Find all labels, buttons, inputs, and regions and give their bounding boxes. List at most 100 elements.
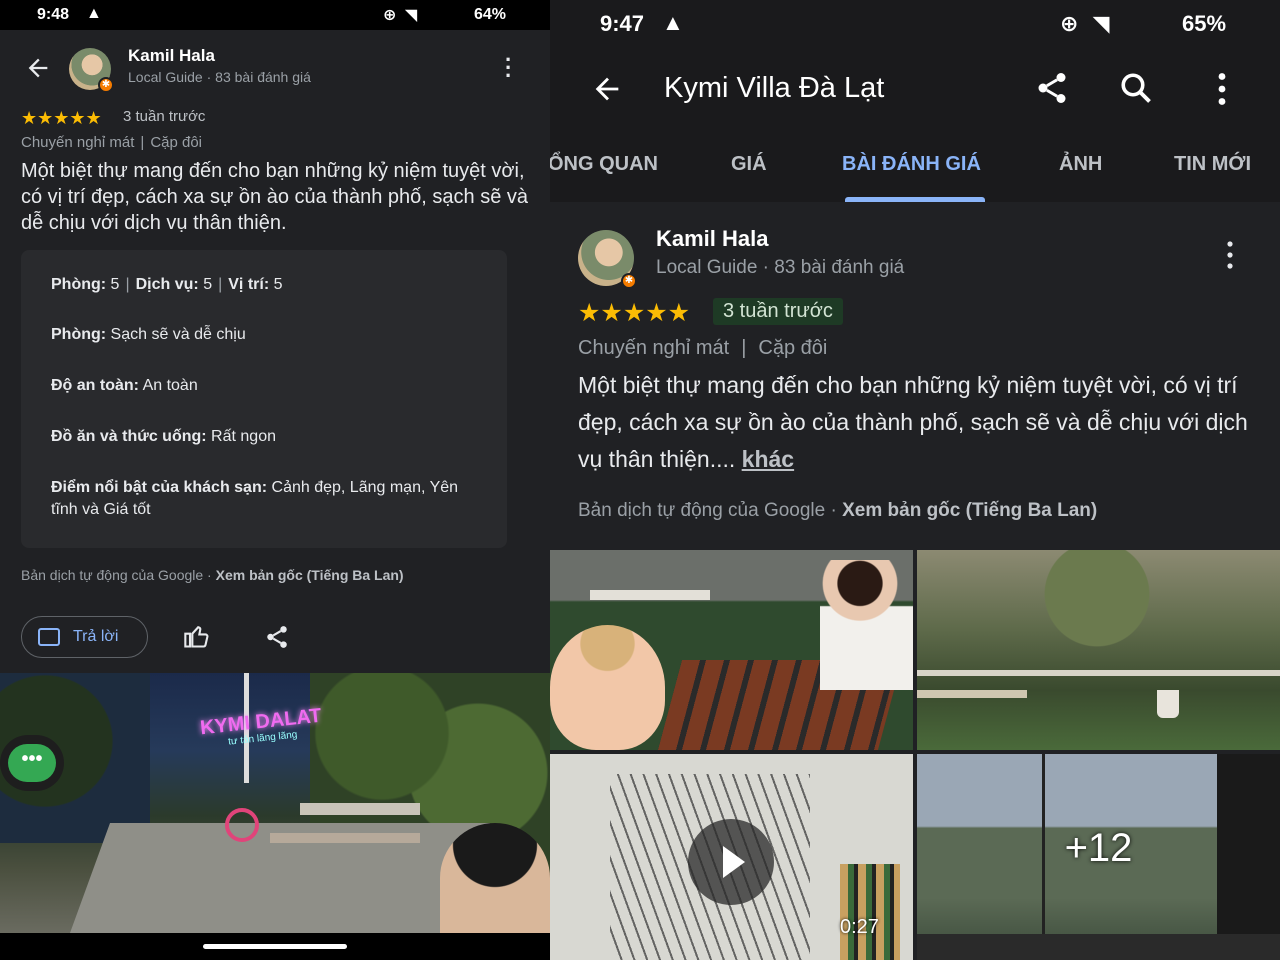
divider: | <box>125 276 130 293</box>
back-arrow-icon[interactable] <box>590 72 624 106</box>
place-title: Kymi Villa Đà Lạt <box>664 72 885 104</box>
view-original-link[interactable]: Xem bản gốc (Tiếng Ba Lan) <box>216 567 404 583</box>
active-tab-indicator <box>845 197 985 202</box>
divider: | <box>741 337 747 359</box>
read-more-link[interactable]: khác <box>742 446 794 472</box>
home-indicator[interactable] <box>203 944 347 949</box>
more-vert-icon[interactable] <box>1222 240 1238 270</box>
trip-type: Cặp đôi <box>758 337 828 359</box>
review-text-content: Một biệt thự mang đến cho bạn những kỷ n… <box>578 372 1248 472</box>
trip-purpose: Chuyến nghỉ mát <box>21 134 135 151</box>
reviewer-name[interactable]: Kamil Hala <box>128 46 215 66</box>
play-icon[interactable] <box>688 819 774 905</box>
review-photo[interactable]: KYMI DALAT tư tán lãng lãng <box>0 673 550 933</box>
wifi-icon: ◥ <box>404 7 420 24</box>
app-bar: Kymi Villa Đà Lạt <box>550 50 1280 127</box>
table <box>590 590 710 600</box>
rooms-row: Phòng: Sạch sẽ và dễ chịu <box>51 324 471 346</box>
pencils <box>840 864 900 960</box>
data-saver-icon: ⊕ <box>1060 11 1083 36</box>
trip-info: Chuyến nghỉ mát | Cặp đôi <box>578 337 827 360</box>
back-arrow-icon[interactable] <box>24 54 52 82</box>
tab-price[interactable]: GIÁ <box>731 153 767 176</box>
bench <box>270 833 420 843</box>
warning-icon: ▲ <box>662 10 684 35</box>
data-saver-icon: ⊕ <box>383 7 399 24</box>
safety-label: Độ an toàn: <box>51 377 139 394</box>
review-text: Một biệt thự mang đến cho bạn những kỷ n… <box>21 160 529 234</box>
review-date: 3 tuần trước <box>123 108 206 125</box>
window-sill <box>917 934 1280 960</box>
table <box>917 690 1027 698</box>
share-icon[interactable] <box>1034 70 1070 106</box>
more-photos-tile[interactable]: +12 <box>917 754 1280 960</box>
local-guide-badge-icon: ✱ <box>621 273 637 289</box>
tab-overview[interactable]: ỔNG QUAN <box>550 153 658 176</box>
share-icon[interactable] <box>264 624 290 650</box>
reply-button[interactable]: Trả lời <box>21 616 148 658</box>
chat-bubble-button[interactable]: ••• <box>8 744 56 782</box>
local-guide-badge-icon: ✱ <box>98 77 114 93</box>
trip-info: Chuyến nghỉ mát | Cặp đôi <box>21 134 202 151</box>
reviewer-name[interactable]: Kamil Hala <box>656 226 769 252</box>
location-label: Vị trí: <box>228 276 270 293</box>
rooms-label: Phòng: <box>51 326 107 343</box>
left-screen: 9:48 ▲ ⊕ ◥ 64% ✱ Kamil Hala Local Guide … <box>0 0 550 960</box>
table <box>300 803 420 815</box>
more-photos-count: +12 <box>1064 826 1133 870</box>
trip-type: Cặp đôi <box>150 134 203 151</box>
service-label: Dịch vụ: <box>135 276 199 293</box>
reviewer-subtitle: Local Guide · 83 bài đánh giá <box>128 69 311 85</box>
service-value: 5 <box>203 276 213 293</box>
review-text: Một biệt thự mang đến cho bạn những kỷ n… <box>578 367 1268 478</box>
video-duration: 0:27 <box>840 916 879 938</box>
view-original-link[interactable]: Xem bản gốc (Tiếng Ba Lan) <box>842 500 1097 521</box>
food-value: Rất ngon <box>211 428 276 445</box>
status-icons: ⊕ ◥ <box>383 5 419 25</box>
location-value: 5 <box>273 276 283 293</box>
star-rating: ★★★★★ <box>21 108 102 128</box>
rooms-value: Sạch sẽ và dễ chịu <box>110 326 246 343</box>
pink-chair <box>225 808 259 842</box>
review-header: ✱ Kamil Hala Local Guide · 83 bài đánh g… <box>0 30 550 110</box>
sub-ratings: Phòng: 5 | Dịch vụ: 5 | Vị trí: 5 <box>51 274 471 296</box>
status-time: 9:47 <box>600 11 645 36</box>
tab-photos[interactable]: ẢNH <box>1059 153 1102 176</box>
battery-level: 65% <box>1182 11 1227 36</box>
search-icon[interactable] <box>1118 70 1154 106</box>
person-head <box>440 823 550 933</box>
room-label: Phòng: <box>51 276 107 293</box>
battery-level: 64% <box>474 6 507 23</box>
avatar[interactable]: ✱ <box>69 48 114 93</box>
ratings-box: Phòng: 5 | Dịch vụ: 5 | Vị trí: 5 Phòng: Sạc… <box>21 250 507 548</box>
trip-purpose: Chuyến nghỉ mát <box>578 337 730 359</box>
more-vert-icon[interactable]: · · · <box>505 49 512 87</box>
review-photo-2[interactable] <box>917 550 1280 750</box>
tab-reviews[interactable]: BÀI ĐÁNH GIÁ <box>842 153 981 176</box>
safety-value: An toàn <box>142 377 198 394</box>
review-video[interactable]: 0:27 <box>550 754 913 960</box>
status-time: 9:48 <box>37 6 70 23</box>
reply-icon <box>38 628 60 646</box>
review-photo-1[interactable] <box>550 550 913 750</box>
right-screen: 9:47 ▲ ⊕ ◥ 65% Kymi Villa Đà Lạt ỔNG QUA… <box>550 0 1280 960</box>
highlights-label: Điểm nổi bật của khách sạn: <box>51 479 268 496</box>
tab-updates[interactable]: TIN MỚI <box>1174 153 1251 176</box>
status-bar: 9:48 ▲ ⊕ ◥ 64% <box>0 0 550 30</box>
safety-row: Độ an toàn: An toàn <box>51 375 471 397</box>
flower-pot <box>1157 690 1179 718</box>
translation-prefix: Bản dịch tự động của Google · <box>21 567 216 583</box>
divider: | <box>218 276 223 293</box>
railing <box>917 670 1280 676</box>
more-vert-icon[interactable] <box>1212 72 1232 106</box>
selfie-face <box>550 625 665 750</box>
divider: | <box>140 134 145 151</box>
food-label: Đồ ăn và thức uống: <box>51 428 207 445</box>
screenshot-composite: 9:48 ▲ ⊕ ◥ 64% ✱ Kamil Hala Local Guide … <box>0 0 1280 960</box>
tab-bar: ỔNG QUAN GIÁ BÀI ĐÁNH GIÁ ẢNH TIN MỚI <box>550 127 1280 202</box>
translation-note: Bản dịch tự động của Google · Xem bản gố… <box>578 500 1097 522</box>
thumbs-up-icon[interactable] <box>183 622 211 650</box>
pine-tree <box>1017 550 1177 660</box>
avatar[interactable]: ✱ <box>578 230 637 289</box>
warning-icon: ▲ <box>86 5 102 22</box>
